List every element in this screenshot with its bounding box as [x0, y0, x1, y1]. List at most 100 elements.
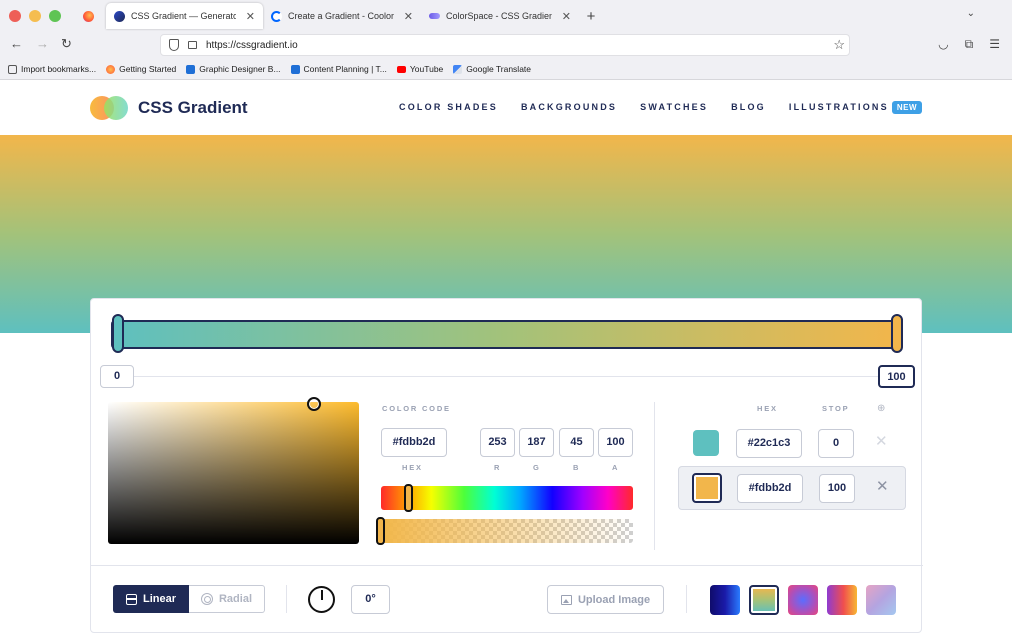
close-tab-icon[interactable]: ✕ [404, 10, 413, 23]
stop-color-swatch[interactable] [693, 430, 719, 456]
preset-gradients [710, 585, 896, 615]
alpha-slider[interactable] [381, 519, 633, 543]
divider [133, 376, 878, 377]
bookmark-item[interactable]: Content Planning | T... [290, 64, 387, 74]
google-translate-icon [453, 64, 463, 74]
alpha-slider-handle[interactable] [376, 517, 385, 545]
nav-swatches[interactable]: SWATCHES [640, 102, 708, 112]
tab-coolors[interactable]: Create a Gradient - Coolors ✕ [263, 3, 421, 29]
bookmark-item[interactable]: Getting Started [106, 64, 176, 74]
stop-position-input[interactable]: 0 [818, 429, 854, 458]
preset-swatch[interactable] [710, 585, 740, 615]
angle-input[interactable]: 0° [351, 585, 390, 614]
new-badge: NEW [891, 101, 922, 114]
site-logo[interactable]: CSS Gradient [90, 96, 248, 120]
stop-hex-input[interactable]: #22c1c3 [736, 429, 802, 458]
stop-position-input[interactable]: 100 [819, 474, 855, 503]
reload-icon[interactable]: ↻ [61, 37, 72, 51]
tab-firefox-home[interactable] [70, 3, 106, 29]
stop-handle-right[interactable] [891, 314, 903, 353]
nav-blog[interactable]: BLOG [731, 102, 766, 112]
hex-input[interactable]: #fdbb2d [381, 428, 447, 457]
stop-handle-left[interactable] [112, 314, 124, 353]
new-tab-button[interactable]: + [579, 8, 603, 25]
a-input[interactable]: 100 [598, 428, 633, 457]
tab-css-gradient[interactable]: CSS Gradient — Generator, Mak ✕ [106, 3, 263, 29]
add-stop-icon[interactable]: ⊕ [877, 403, 885, 414]
close-window-button[interactable] [9, 10, 21, 22]
saturation-value-picker[interactable] [108, 402, 359, 544]
stops-stop-header: STOP [822, 404, 850, 413]
trello-icon [186, 64, 196, 74]
site-header: CSS Gradient COLOR SHADES BACKGROUNDS SW… [0, 80, 1012, 135]
url-text[interactable]: https://cssgradient.io [206, 40, 298, 51]
gradient-stops-bar[interactable] [111, 320, 899, 349]
nav-illustrations[interactable]: ILLUSTRATIONS NEW [788, 101, 922, 114]
tab-strip: CSS Gradient — Generator, Mak ✕ Create a… [70, 2, 603, 30]
divider [686, 585, 687, 613]
bookmark-label: Graphic Designer B... [199, 64, 281, 74]
delete-stop-icon[interactable]: ✕ [875, 433, 888, 451]
nav-backgrounds[interactable]: BACKGROUNDS [521, 102, 617, 112]
address-bar[interactable]: https://cssgradient.io ☆ [160, 34, 850, 56]
main-nav: COLOR SHADES BACKGROUNDS SWATCHES BLOG I… [399, 101, 922, 114]
nav-illustrations-label: ILLUSTRATIONS [788, 102, 889, 112]
stop-left-input[interactable]: 0 [100, 365, 134, 388]
menu-icon[interactable]: ☰ [989, 37, 1000, 52]
preset-swatch[interactable] [788, 585, 818, 615]
bookmark-item[interactable]: Graphic Designer B... [186, 64, 281, 74]
maximize-window-button[interactable] [49, 10, 61, 22]
g-input[interactable]: 187 [519, 428, 554, 457]
gradient-editor-panel: 0 100 COLOR CODE #fdbb2d HEX 253 187 45 … [90, 298, 923, 633]
trello-icon [290, 64, 300, 74]
import-icon [8, 64, 17, 74]
logo-circles-icon [90, 96, 130, 120]
bookmark-item[interactable]: Import bookmarks... [8, 64, 96, 74]
bookmark-label: Google Translate [466, 64, 532, 74]
linear-button[interactable]: Linear [113, 585, 189, 613]
hue-slider[interactable] [381, 486, 633, 510]
bookmark-item[interactable]: Google Translate [453, 64, 531, 74]
stop-row[interactable]: #22c1c3 0 ✕ [678, 422, 906, 466]
bookmarks-bar: Import bookmarks... Getting Started Grap… [8, 61, 531, 77]
stop-right-input[interactable]: 100 [878, 365, 915, 388]
browser-chrome: CSS Gradient — Generator, Mak ✕ Create a… [0, 0, 1012, 80]
stop-row-selected[interactable]: #fdbb2d 100 ✕ [678, 466, 906, 510]
b-label: B [573, 463, 581, 472]
bookmark-item[interactable]: YouTube [396, 64, 443, 74]
back-arrow-icon[interactable]: ← [10, 37, 23, 51]
stop-color-swatch[interactable] [692, 473, 722, 503]
a-label: A [612, 463, 620, 472]
linear-icon [125, 593, 137, 605]
preset-swatch[interactable] [866, 585, 896, 615]
b-input[interactable]: 45 [559, 428, 594, 457]
bookmark-label: Import bookmarks... [21, 64, 97, 74]
hue-slider-handle[interactable] [404, 484, 413, 512]
minimize-window-button[interactable] [29, 10, 41, 22]
r-input[interactable]: 253 [480, 428, 515, 457]
lock-icon[interactable] [188, 41, 197, 49]
angle-dial[interactable] [308, 586, 335, 613]
extensions-icon[interactable]: ⧉ [965, 37, 974, 52]
firefox-icon [82, 10, 94, 22]
tab-title: ColorSpace - CSS Gradient Colo [446, 11, 552, 21]
color-picker-cursor[interactable] [307, 397, 321, 411]
preset-swatch[interactable] [827, 585, 857, 615]
divider [286, 585, 287, 613]
tab-colorspace[interactable]: ColorSpace - CSS Gradient Colo ✕ [421, 3, 579, 29]
linear-label: Linear [142, 593, 176, 605]
tab-title: CSS Gradient — Generator, Mak [131, 11, 236, 21]
bookmark-star-icon[interactable]: ☆ [833, 37, 845, 53]
shield-icon[interactable] [169, 39, 179, 51]
delete-stop-icon[interactable]: ✕ [876, 478, 889, 496]
stop-hex-input[interactable]: #fdbb2d [737, 474, 803, 503]
close-tab-icon[interactable]: ✕ [246, 10, 255, 23]
nav-color-shades[interactable]: COLOR SHADES [399, 102, 498, 112]
forward-arrow-icon[interactable]: → [36, 37, 49, 51]
pocket-icon[interactable]: ◡ [938, 37, 948, 52]
close-tab-icon[interactable]: ✕ [562, 10, 571, 23]
preset-swatch-selected[interactable] [749, 585, 779, 615]
upload-image-button[interactable]: Upload Image [547, 585, 664, 614]
chevron-down-icon[interactable]: ⌄ [967, 8, 975, 19]
radial-button[interactable]: Radial [189, 585, 265, 613]
